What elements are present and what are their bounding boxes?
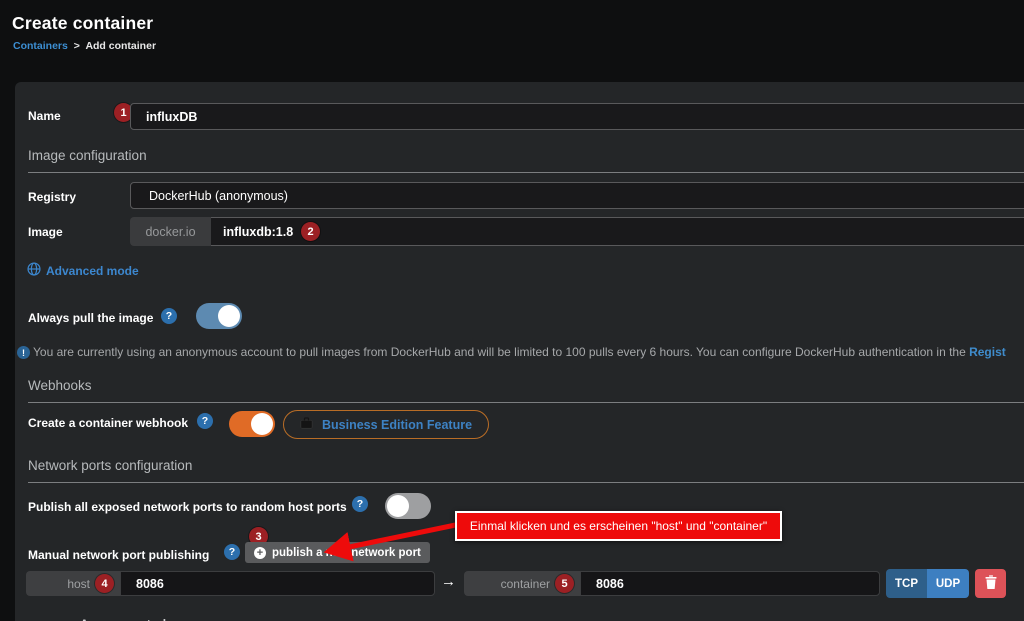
name-input[interactable]: influxDB (130, 103, 1024, 130)
manual-port-help-icon[interactable]: ? (224, 544, 240, 560)
toggle-knob (251, 413, 273, 435)
name-input-value: influxDB (131, 110, 197, 124)
name-label: Name (28, 109, 61, 123)
notice-text: You are currently using an anonymous acc… (33, 345, 969, 359)
image-input[interactable]: influxdb:1.8 (211, 217, 1024, 246)
image-configuration-heading: Image configuration (28, 148, 1024, 173)
annotation-badge-5: 5 (555, 574, 574, 593)
tcp-button[interactable]: TCP (886, 569, 927, 598)
image-label: Image (28, 225, 63, 239)
always-pull-help-icon[interactable]: ? (161, 308, 177, 324)
always-pull-toggle[interactable] (196, 303, 242, 329)
dockerhub-rate-limit-notice: You are currently using an anonymous acc… (33, 345, 1024, 359)
manual-port-publishing-label: Manual network port publishing (28, 548, 209, 562)
host-port-addon: host 4 (26, 571, 120, 596)
container-port-input[interactable]: 8086 (580, 571, 880, 596)
registry-select[interactable]: DockerHub (anonymous) (130, 182, 1024, 209)
container-addon-label: container (501, 577, 550, 591)
host-port-input[interactable]: 8086 (120, 571, 435, 596)
container-port-addon: container 5 (464, 571, 580, 596)
plus-circle-icon: + (254, 547, 266, 559)
publish-all-label: Publish all exposed network ports to ran… (28, 500, 347, 514)
trash-icon (985, 575, 997, 592)
webhooks-heading: Webhooks (28, 378, 1024, 403)
create-webhook-label: Create a container webhook (28, 416, 188, 430)
create-container-page: Create container Containers > Add contai… (0, 0, 1024, 621)
delete-port-button[interactable] (975, 569, 1006, 598)
info-icon: ! (17, 346, 30, 359)
publish-new-port-label: publish a new network port (272, 547, 421, 559)
create-webhook-help-icon[interactable]: ? (197, 413, 213, 429)
port-mapping-arrow-icon: → (441, 573, 456, 590)
breadcrumb: Containers > Add container (13, 40, 156, 52)
container-port-value: 8086 (581, 577, 624, 591)
publish-all-toggle[interactable] (385, 493, 431, 519)
image-registry-prefix-addon: docker.io (130, 217, 211, 246)
network-ports-heading: Network ports configuration (28, 458, 1024, 483)
business-edition-badge: Business Edition Feature (283, 410, 489, 439)
breadcrumb-separator: > (71, 40, 83, 52)
annotation-badge-2: 2 (301, 222, 320, 241)
registries-link[interactable]: Regist (969, 345, 1006, 359)
always-pull-label: Always pull the image (28, 311, 153, 325)
globe-icon (27, 262, 41, 281)
registry-select-value: DockerHub (anonymous) (131, 189, 288, 203)
cutoff-section-text: Access control (80, 617, 380, 621)
business-edition-label: Business Edition Feature (322, 418, 472, 432)
briefcase-icon (300, 416, 313, 434)
toggle-knob (387, 495, 409, 517)
annotation-badge-4: 4 (95, 574, 114, 593)
annotation-callout: Einmal klicken und es erscheinen "host" … (455, 511, 782, 541)
breadcrumb-current: Add container (85, 40, 156, 52)
publish-all-help-icon[interactable]: ? (352, 496, 368, 512)
host-port-value: 8086 (121, 577, 164, 591)
host-addon-label: host (67, 577, 90, 591)
publish-new-port-button[interactable]: + publish a new network port (245, 542, 430, 563)
udp-button[interactable]: UDP (927, 569, 969, 598)
create-webhook-toggle[interactable] (229, 411, 275, 437)
toggle-knob (218, 305, 240, 327)
image-input-value: influxdb:1.8 (211, 225, 293, 239)
page-title: Create container (12, 13, 153, 34)
advanced-mode-link[interactable]: Advanced mode (46, 264, 139, 278)
registry-label: Registry (28, 190, 76, 204)
breadcrumb-containers-link[interactable]: Containers (13, 40, 68, 52)
